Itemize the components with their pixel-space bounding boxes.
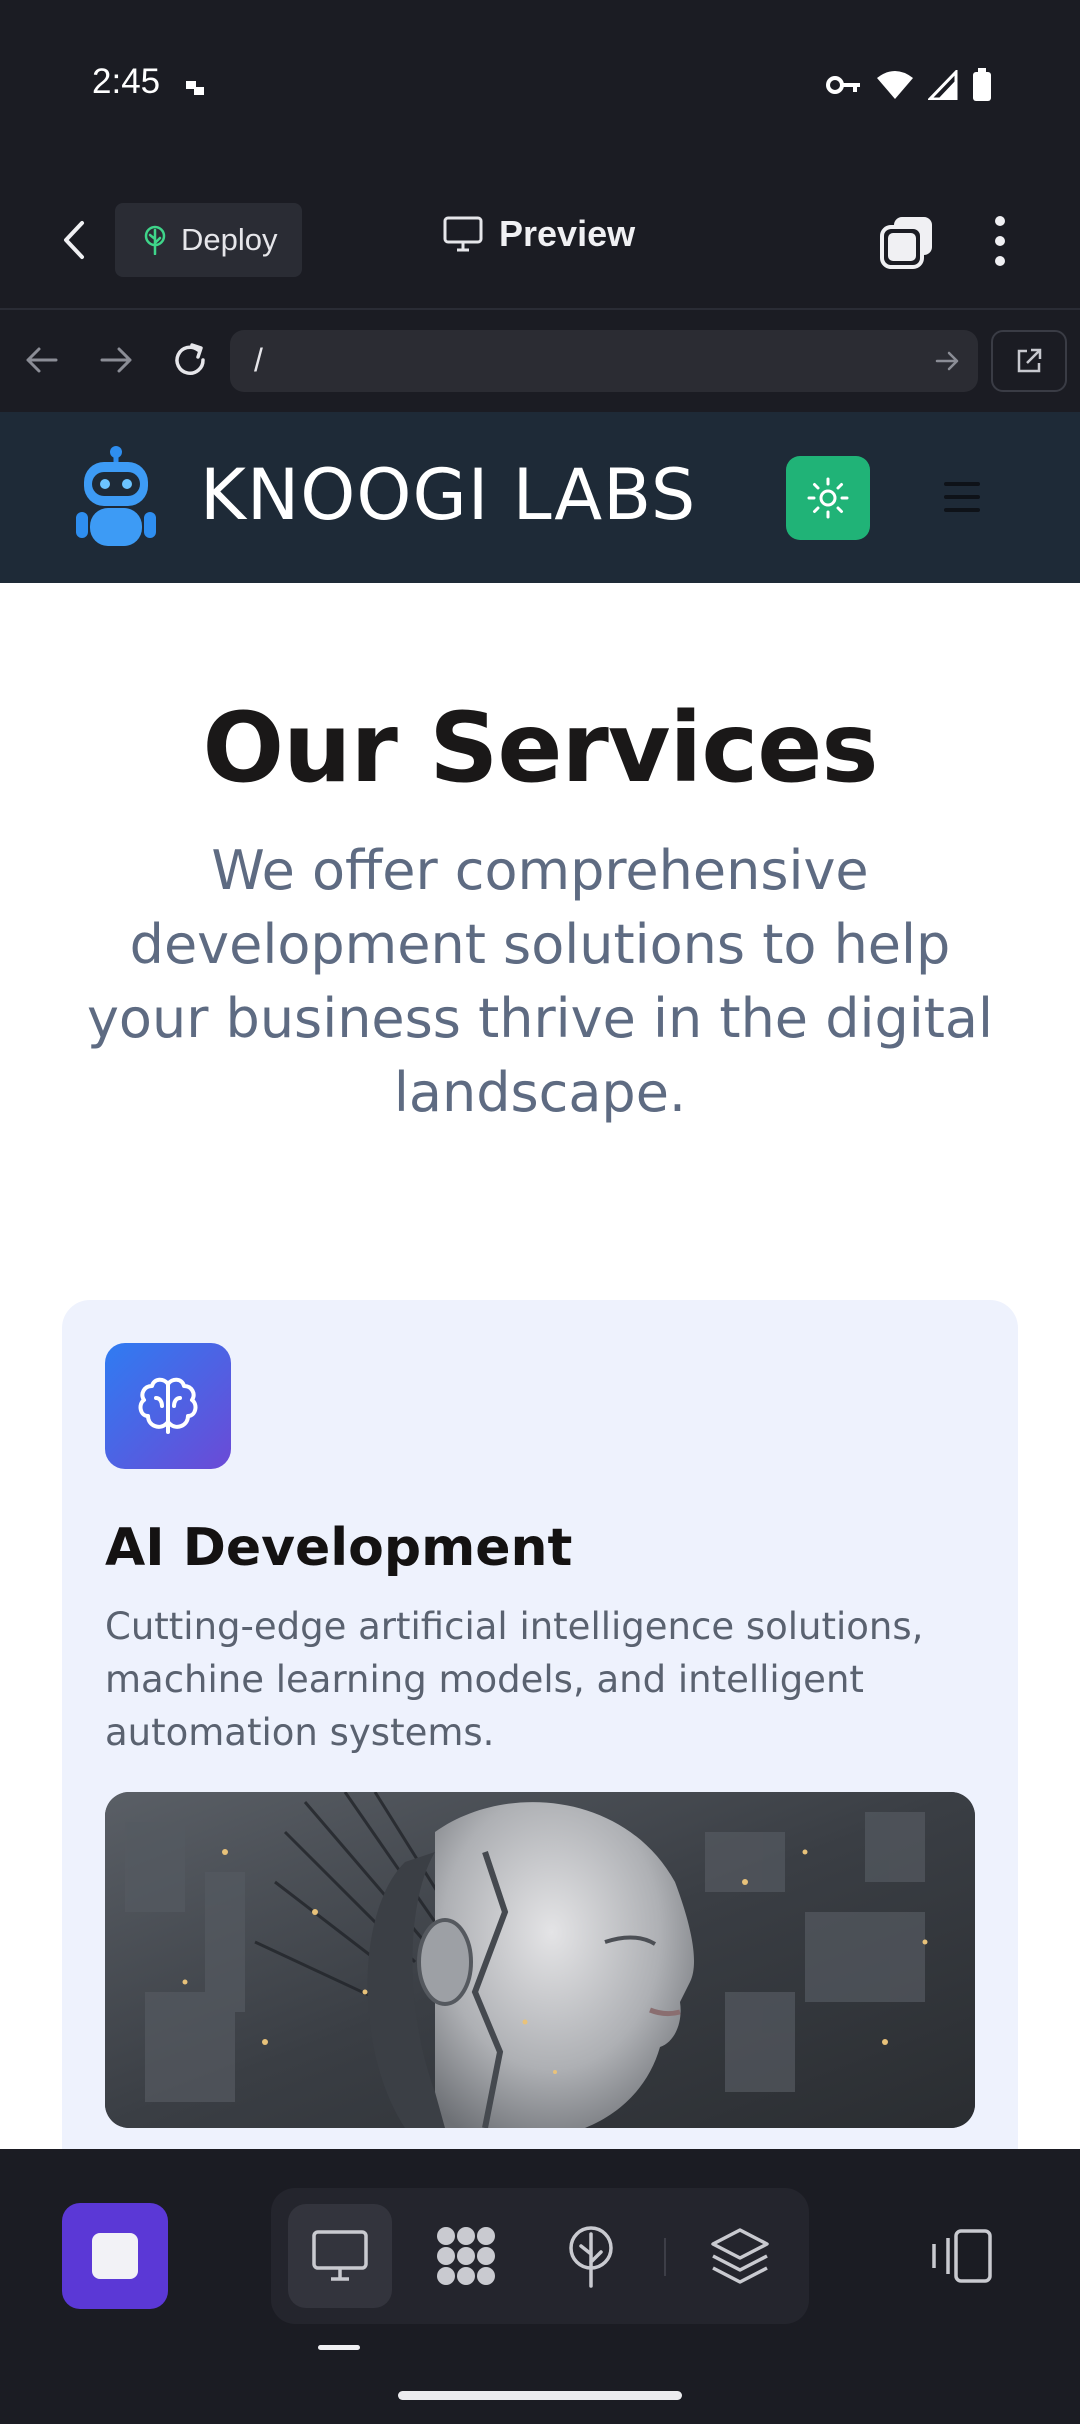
stop-icon (92, 2233, 138, 2279)
tool-divider (664, 2238, 666, 2276)
vpn-key-icon (826, 76, 860, 94)
preview-view-button[interactable] (288, 2204, 392, 2308)
wifi-icon (877, 71, 913, 99)
sun-icon (807, 477, 849, 519)
site-brand[interactable]: KNOOGI LABS (200, 454, 696, 536)
open-external-button[interactable] (991, 330, 1067, 392)
service-card-ai-development[interactable]: AI Development Cutting-edge artificial i… (62, 1300, 1018, 2149)
status-icons (826, 68, 992, 102)
active-tab-indicator (318, 2345, 360, 2350)
deploy-button[interactable]: Deploy (115, 203, 302, 277)
monitor-icon (312, 2230, 368, 2281)
site-header: KNOOGI LABS (0, 412, 1080, 583)
deploy-label: Deploy (181, 222, 278, 257)
bottom-toolbar (0, 2149, 1080, 2424)
theme-toggle-button[interactable] (786, 456, 870, 540)
chevron-left-icon[interactable] (50, 215, 100, 265)
battery-icon (973, 68, 991, 101)
apps-icon (437, 2227, 495, 2285)
layers-icon (711, 2228, 769, 2284)
tree-icon (144, 225, 166, 255)
website-preview: KNOOGI LABS Our Services We offer compre… (0, 412, 1080, 2149)
go-arrow-icon[interactable] (934, 348, 960, 374)
services-title: Our Services (202, 692, 879, 804)
home-indicator[interactable] (398, 2391, 682, 2400)
deploy-view-button[interactable] (539, 2204, 643, 2308)
preview-label: Preview (499, 213, 636, 254)
card-title: AI Development (105, 1518, 573, 1578)
robot-icon[interactable] (74, 446, 158, 550)
card-description: Cutting-edge artificial intelligence sol… (105, 1605, 924, 1754)
stop-button[interactable] (62, 2203, 168, 2309)
refresh-icon[interactable] (170, 340, 210, 380)
external-link-icon (1017, 348, 1042, 373)
ai-robot-face-image (105, 1792, 975, 2128)
layers-view-button[interactable] (688, 2204, 792, 2308)
arrow-left-icon[interactable] (24, 342, 60, 378)
brain-icon (138, 1377, 198, 1434)
device-frame-icon[interactable] (928, 2228, 994, 2284)
card-icon-tile (105, 1343, 231, 1469)
app-toolbar: Deploy Preview (0, 175, 1080, 310)
arrow-right-icon[interactable] (98, 342, 134, 378)
ai-robot-face-illustration (105, 1792, 975, 2128)
deploy-tree-icon (569, 2226, 613, 2288)
services-subtitle: We offer comprehensive development solut… (86, 839, 994, 1124)
view-tool-group (271, 2188, 809, 2324)
apps-view-button[interactable] (414, 2204, 518, 2308)
url-text: / (254, 342, 263, 378)
monitor-icon (443, 216, 483, 252)
url-input[interactable]: / (230, 330, 978, 392)
status-bar: 2:45 (0, 0, 1080, 175)
url-row: / (0, 310, 1080, 412)
preview-title[interactable]: Preview (443, 213, 635, 255)
notification-dot-icon (186, 81, 204, 95)
more-vertical-icon[interactable] (988, 215, 1012, 267)
status-time: 2:45 (92, 62, 161, 101)
signal-icon (928, 70, 958, 100)
hamburger-menu-icon[interactable] (944, 482, 980, 512)
tabs-icon[interactable] (878, 215, 936, 271)
